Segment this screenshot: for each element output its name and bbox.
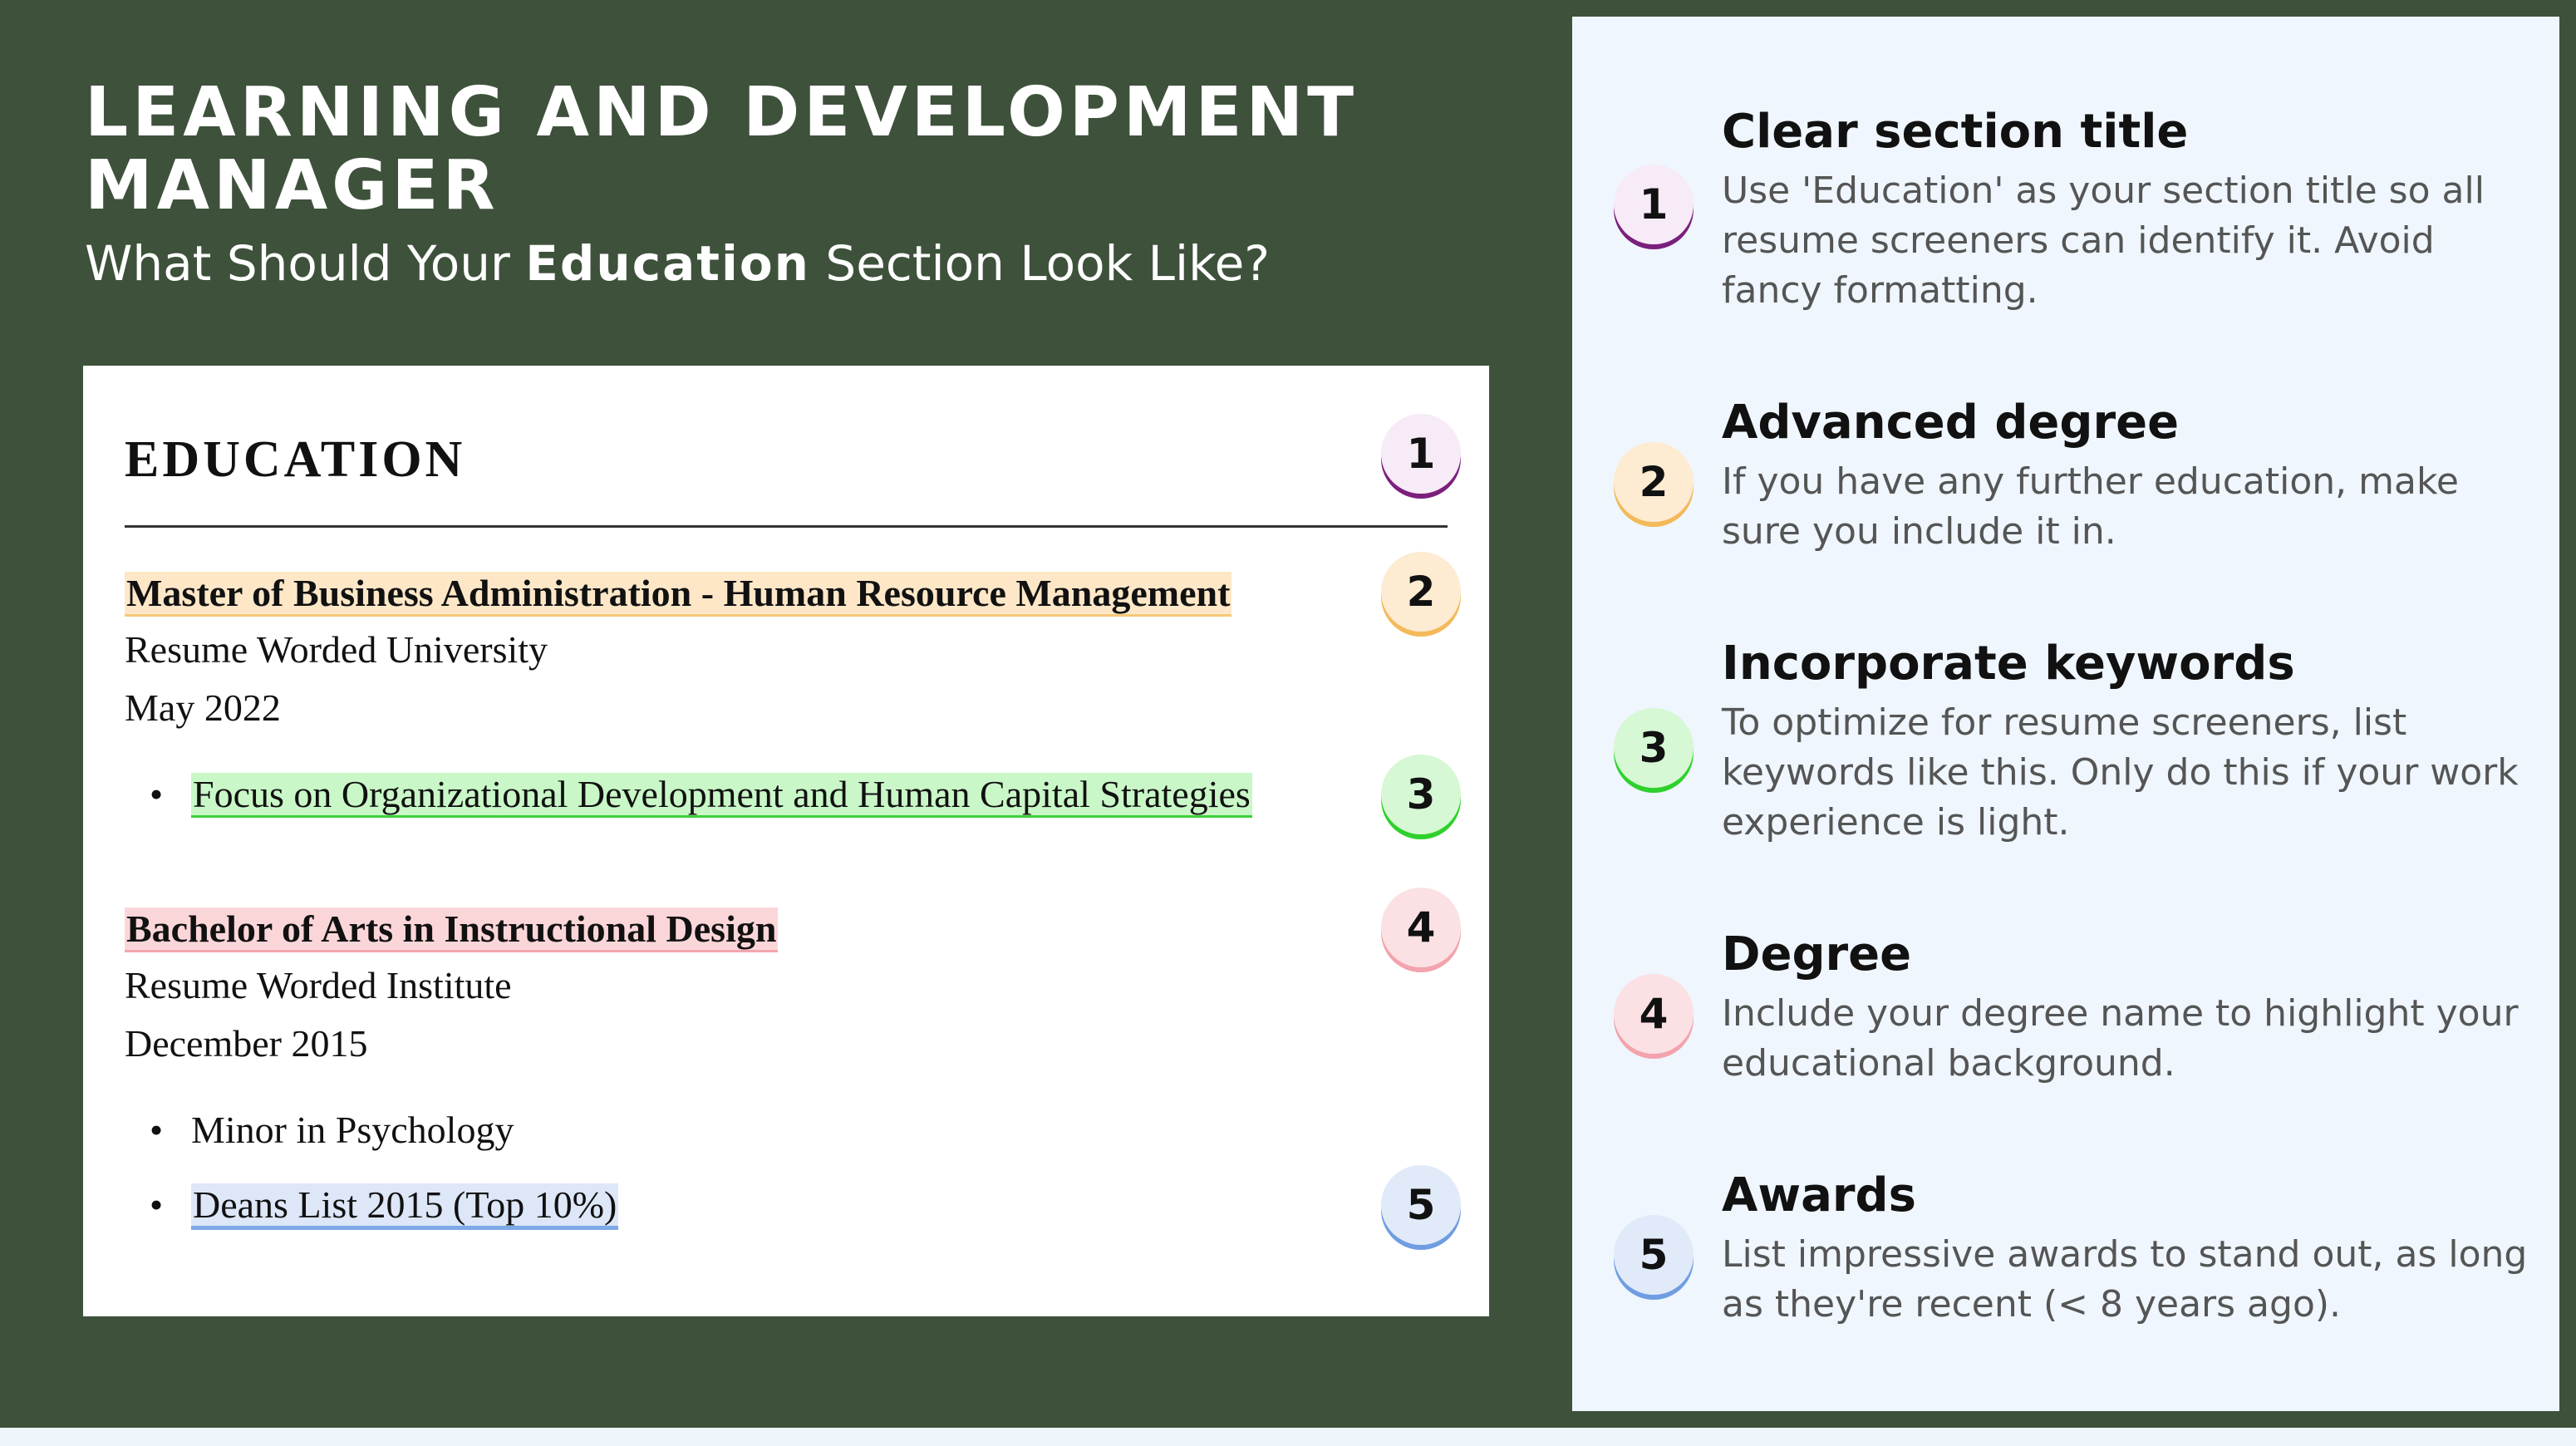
marker-badge-2: 2 bbox=[1381, 552, 1461, 632]
tip-badge-5: 5 bbox=[1614, 1215, 1694, 1295]
degree-title-2: Bachelor of Arts in Instructional Design bbox=[125, 906, 779, 952]
award-highlight: Deans List 2015 (Top 10%) bbox=[191, 1183, 619, 1230]
degree-bullet-1-1: • Focus on Organizational Development and… bbox=[150, 771, 1404, 818]
tips-panel: 1 Clear section title Use 'Education' as… bbox=[1572, 17, 2559, 1411]
tip-body-3: To optimize for resume screeners, list k… bbox=[1722, 701, 2519, 844]
degree-bullet-2-2: • Deans List 2015 (Top 10%) bbox=[150, 1182, 619, 1230]
bullet-dot: • bbox=[150, 773, 164, 815]
tip-title-5: Awards bbox=[1722, 1168, 1916, 1222]
tip-body-1: Use 'Education' as your section title so… bbox=[1722, 170, 2485, 312]
degree-title-1: Master of Business Administration - Huma… bbox=[125, 570, 1438, 617]
marker-badge-5: 5 bbox=[1381, 1165, 1461, 1245]
resume-card: EDUCATION 1 Master of Business Administr… bbox=[83, 366, 1489, 1316]
bullet-dot: • bbox=[150, 1109, 164, 1151]
tip-badge-1: 1 bbox=[1614, 165, 1694, 244]
keyword-highlight: Focus on Organizational Development and … bbox=[191, 773, 1252, 818]
degree-bullet-2-1: • Minor in Psychology bbox=[150, 1107, 514, 1153]
page-subtitle: What Should Your Education Section Look … bbox=[85, 234, 1497, 293]
tip-title-1: Clear section title bbox=[1722, 105, 2189, 159]
subtitle-emphasis: Education bbox=[525, 235, 810, 292]
marker-badge-4: 4 bbox=[1381, 888, 1461, 967]
tip-badge-3: 3 bbox=[1614, 708, 1694, 788]
section-divider bbox=[125, 525, 1448, 528]
tip-badge-4: 4 bbox=[1614, 974, 1694, 1054]
subtitle-suffix: Section Look Like? bbox=[809, 235, 1271, 292]
tip-body-5: List impressive awards to stand out, as … bbox=[1722, 1233, 2528, 1326]
page-title: LEARNING AND DEVELOPMENT MANAGER bbox=[85, 73, 1359, 225]
marker-badge-3: 3 bbox=[1381, 755, 1461, 834]
bullet-dot: • bbox=[150, 1183, 164, 1226]
tip-title-4: Degree bbox=[1722, 927, 1912, 981]
tip-title-2: Advanced degree bbox=[1722, 396, 2180, 450]
resume-section-title: EDUCATION bbox=[125, 431, 466, 488]
school-name-1: Resume Worded University bbox=[125, 628, 548, 671]
tip-body-4: Include your degree name to highlight yo… bbox=[1722, 992, 2519, 1084]
degree-title-2-text: Bachelor of Arts in Instructional Design bbox=[125, 907, 779, 952]
tip-title-3: Incorporate keywords bbox=[1722, 637, 2295, 691]
degree-title-1-text: Master of Business Administration - Huma… bbox=[125, 572, 1232, 617]
tip-body-2: If you have any further education, make … bbox=[1722, 460, 2459, 553]
degree-date-2: December 2015 bbox=[125, 1022, 368, 1065]
header: LEARNING AND DEVELOPMENT MANAGER What Sh… bbox=[85, 76, 1497, 293]
subtitle-prefix: What Should Your bbox=[85, 235, 526, 292]
school-name-2: Resume Worded Institute bbox=[125, 964, 512, 1006]
bullet-text: Minor in Psychology bbox=[191, 1109, 514, 1151]
degree-date-1: May 2022 bbox=[125, 686, 281, 729]
marker-badge-1: 1 bbox=[1381, 414, 1461, 494]
tip-badge-2: 2 bbox=[1614, 442, 1694, 522]
